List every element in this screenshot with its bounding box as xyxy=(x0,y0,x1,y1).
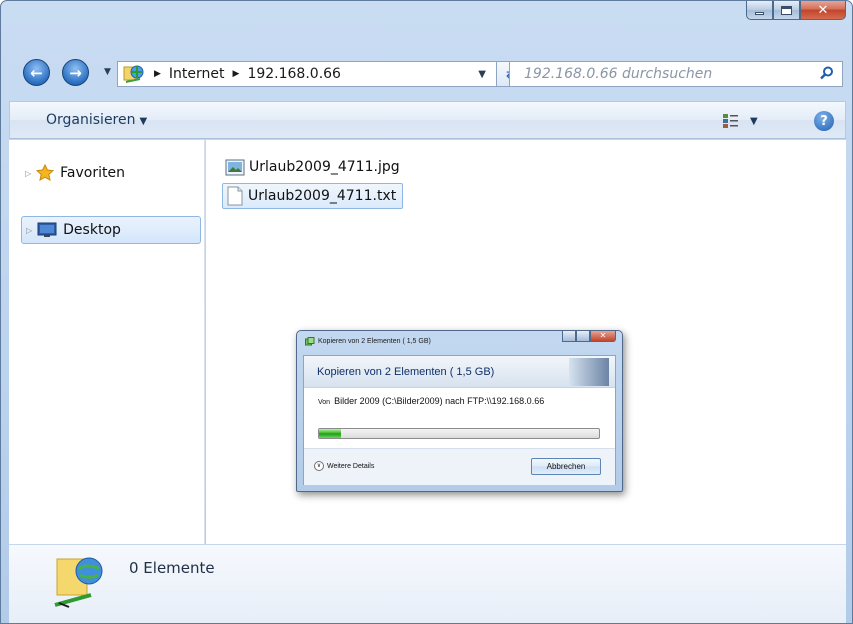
desktop-icon xyxy=(37,222,57,237)
header-decoration xyxy=(569,358,609,386)
search-input[interactable]: 192.168.0.66 durchsuchen xyxy=(509,61,843,87)
breadcrumb-internet[interactable]: Internet xyxy=(169,66,225,82)
dialog-title: Kopieren von 2 Elementen ( 1,5 GB) xyxy=(318,338,431,345)
from-label: Von xyxy=(318,399,331,406)
text-file-icon xyxy=(227,186,243,206)
breadcrumb-host[interactable]: 192.168.0.66 xyxy=(247,66,341,82)
from-text: Bilder 2009 (C:\Bilder2009) nach FTP:\\1… xyxy=(334,396,545,406)
dialog-close-button[interactable]: ✕ xyxy=(590,331,616,342)
change-view-button[interactable]: ▼ xyxy=(722,111,762,131)
minimize-button[interactable] xyxy=(746,1,773,20)
network-location-icon xyxy=(54,557,103,608)
dialog-heading: Kopieren von 2 Elementen ( 1,5 GB) xyxy=(304,356,615,388)
network-icon xyxy=(122,64,146,84)
copy-source: Von Bilder 2009 (C:\Bilder2009) nach FTP:… xyxy=(318,396,544,406)
maximize-icon xyxy=(781,5,792,15)
organize-menu[interactable]: Organisieren ▼ xyxy=(46,112,147,128)
help-icon: ? xyxy=(820,113,828,129)
cancel-button[interactable]: Abbrechen xyxy=(531,458,601,475)
address-bar[interactable]: ▶ Internet ▶ 192.168.0.66 ▼ xyxy=(117,61,497,87)
copy-icon xyxy=(305,337,315,346)
more-details-toggle[interactable]: ∨ Weitere Details xyxy=(314,461,374,471)
dialog-maximize-button[interactable] xyxy=(576,331,590,342)
caption-buttons: ✕ xyxy=(746,1,846,20)
list-item[interactable]: Urlaub2009_4711.txt xyxy=(222,183,404,209)
item-count: 0 Elemente xyxy=(129,559,215,577)
nav-item-desktop[interactable]: ▷ Desktop xyxy=(21,216,201,244)
breadcrumb-separator-icon[interactable]: ▶ xyxy=(233,69,240,79)
forward-button[interactable]: → xyxy=(62,59,89,86)
progress-fill xyxy=(319,429,342,438)
close-icon: ✕ xyxy=(599,331,607,340)
breadcrumb-separator-icon[interactable]: ▶ xyxy=(154,69,161,79)
search-placeholder: 192.168.0.66 durchsuchen xyxy=(524,66,713,82)
expand-arrow-icon[interactable]: ▷ xyxy=(25,169,31,178)
arrow-right-icon: → xyxy=(69,63,82,82)
nav-item-label: Desktop xyxy=(63,222,121,238)
list-item[interactable]: Urlaub2009_4711.jpg xyxy=(222,154,406,180)
details-pane: 0 Elemente xyxy=(9,544,846,623)
arrow-left-icon: ← xyxy=(30,63,43,82)
more-details-label: Weitere Details xyxy=(327,462,375,470)
address-dropdown-icon[interactable]: ▼ xyxy=(478,69,486,80)
expand-arrow-icon[interactable]: ▷ xyxy=(26,226,32,235)
view-icon xyxy=(723,114,738,128)
file-name: Urlaub2009_4711.jpg xyxy=(249,159,400,175)
close-button[interactable]: ✕ xyxy=(800,1,846,20)
chevron-down-icon[interactable]: ▼ xyxy=(750,116,758,127)
dialog-title-bar: Kopieren von 2 Elementen ( 1,5 GB) xyxy=(305,337,431,346)
help-button[interactable]: ? xyxy=(814,111,834,131)
file-name: Urlaub2009_4711.txt xyxy=(248,188,397,204)
close-icon: ✕ xyxy=(817,2,829,18)
copy-dialog: Kopieren von 2 Elementen ( 1,5 GB) ✕ Kop… xyxy=(296,330,623,492)
navigation-pane: ▷ Favoriten ▷ Desktop xyxy=(9,140,205,544)
minimize-icon xyxy=(755,11,764,15)
organize-label: Organisieren xyxy=(46,112,136,128)
dialog-caption-buttons: ✕ xyxy=(562,331,616,342)
recent-pages-button[interactable]: ▼ xyxy=(104,67,111,77)
dialog-footer: ∨ Weitere Details Abbrechen xyxy=(304,449,615,485)
explorer-window: ✕ ← → ▼ ▶ Internet ▶ 192.168.0.66 ▼ ⇄ 19… xyxy=(0,0,853,624)
image-file-icon xyxy=(225,159,245,175)
chevron-down-icon: ∨ xyxy=(314,461,324,471)
dialog-body: Kopieren von 2 Elementen ( 1,5 GB) Von Bi… xyxy=(303,355,616,485)
nav-item-favoriten[interactable]: ▷ Favoriten xyxy=(25,164,125,182)
navigation-bar: ← → ▼ ▶ Internet ▶ 192.168.0.66 ▼ ⇄ 192.… xyxy=(1,53,852,91)
command-bar: Organisieren ▼ ▼ ? xyxy=(9,101,846,139)
back-button[interactable]: ← xyxy=(23,59,50,86)
nav-item-label: Favoriten xyxy=(60,165,125,181)
progress-bar xyxy=(318,428,600,439)
star-icon xyxy=(36,164,55,181)
maximize-button[interactable] xyxy=(773,1,800,20)
search-icon[interactable] xyxy=(820,66,834,80)
dialog-minimize-button[interactable] xyxy=(562,331,576,342)
dialog-heading-text: Kopieren von 2 Elementen ( 1,5 GB) xyxy=(317,365,495,378)
chevron-down-icon: ▼ xyxy=(139,116,148,127)
